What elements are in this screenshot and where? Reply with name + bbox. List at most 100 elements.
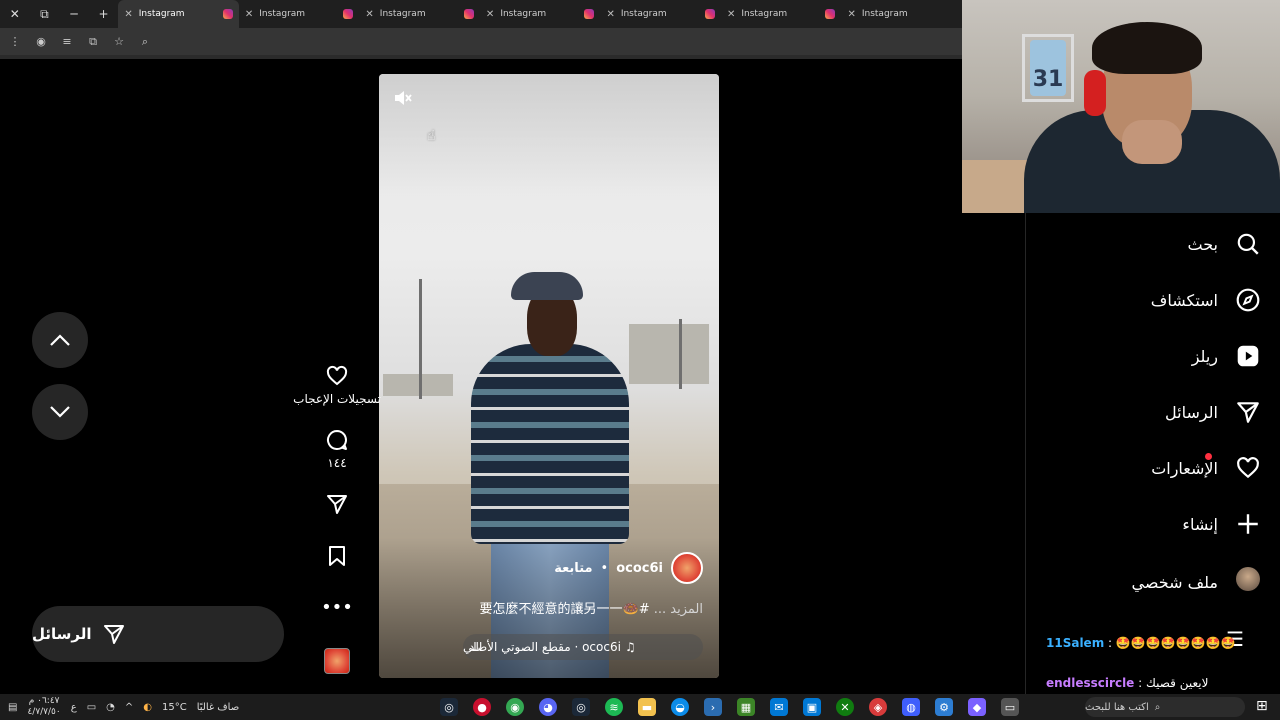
- task-view-icon[interactable]: ▭: [1001, 698, 1019, 716]
- steam-icon[interactable]: ◎: [572, 698, 590, 716]
- browser-tab[interactable]: ✕ Instagram: [118, 0, 239, 28]
- audio-track-pill[interactable]: ♫ ococ6i · مقطع الصوتي الأصلي: [463, 634, 703, 660]
- volume-icon[interactable]: ◔: [106, 702, 115, 713]
- tab-title: Instagram: [259, 9, 306, 19]
- tab-title: Instagram: [741, 9, 788, 19]
- browser-tab[interactable]: ✕ Instagram: [480, 0, 601, 28]
- reel-video[interactable]: ococ6i • متابعة المزيد ... #🍩要怎麼不經意的讓另一一…: [379, 74, 719, 678]
- close-tab-icon[interactable]: ✕: [365, 9, 373, 20]
- zoom-icon[interactable]: ⌕: [138, 35, 152, 49]
- language-indicator[interactable]: ع: [71, 702, 77, 713]
- caption-more-link[interactable]: المزيد ...: [654, 602, 703, 617]
- copilot-icon[interactable]: ◆: [968, 698, 986, 716]
- chrome-icon[interactable]: ◉: [506, 698, 524, 716]
- notifications-icon[interactable]: ▤: [8, 702, 17, 713]
- minimize-window-icon[interactable]: ─: [59, 0, 89, 28]
- browser-toolbar: ⋮ ◉ ≡ ⧉ ☆ ⌕: [0, 28, 962, 55]
- audio-thumbnail[interactable]: [324, 648, 350, 674]
- bookmark-icon[interactable]: [325, 544, 349, 568]
- close-tab-icon[interactable]: ✕: [606, 9, 614, 20]
- mute-button[interactable]: [391, 86, 415, 110]
- close-tab-icon[interactable]: ✕: [486, 9, 494, 20]
- minecraft-icon[interactable]: ▦: [737, 698, 755, 716]
- more-options-action[interactable]: •••: [300, 596, 374, 620]
- comment-action[interactable]: ١٤٤: [300, 428, 374, 470]
- close-tab-icon[interactable]: ✕: [727, 9, 735, 20]
- taskbar-clock[interactable]: ٠٦:٤٧ م ٤/٧/٧/٥٠: [27, 696, 60, 718]
- send-icon[interactable]: [325, 492, 349, 516]
- windows-start-icon[interactable]: ⊞: [1256, 698, 1274, 716]
- share-action[interactable]: [300, 492, 374, 516]
- nav-search[interactable]: بحث: [1188, 231, 1263, 257]
- nav-profile[interactable]: ملف شخصي: [1132, 567, 1262, 597]
- instagram-icon: [825, 9, 836, 19]
- browser-tab-bar: ✕ ⧉ ─ + ✕ Instagram ✕ Instagram ✕ Instag…: [0, 0, 962, 28]
- taskbar-search[interactable]: ⌕ اكتب هنا للبحث: [1085, 697, 1245, 717]
- profile-icon[interactable]: ◉: [34, 35, 48, 48]
- browser-tab[interactable]: ✕ Instagram: [721, 0, 842, 28]
- like-action[interactable]: تسجيلات الإعجاب: [293, 364, 381, 406]
- app-icon[interactable]: ◈: [869, 698, 887, 716]
- reel-caption[interactable]: المزيد ... #🍩要怎麼不經意的讓另一一: [480, 598, 703, 617]
- discord-icon[interactable]: ◕: [539, 698, 557, 716]
- messages-button[interactable]: الرسائل: [32, 606, 284, 662]
- instagram-icon: [584, 9, 595, 19]
- chat-text: : لايعين قصيك: [1138, 676, 1209, 690]
- reading-list-icon[interactable]: ≡: [60, 35, 74, 48]
- next-reel-button[interactable]: [32, 384, 88, 440]
- mail-icon[interactable]: ✉: [770, 698, 788, 716]
- menu-dots-icon[interactable]: ⋮: [8, 35, 22, 48]
- browser-tab[interactable]: ✕ Instagram: [841, 0, 962, 28]
- headset: [1084, 70, 1106, 116]
- weather-text[interactable]: صاف غالبًا: [197, 702, 239, 713]
- browser-tab[interactable]: ✕ Instagram: [600, 0, 721, 28]
- file-explorer-icon[interactable]: ▬: [638, 698, 656, 716]
- nav-explore[interactable]: استكشاف: [1151, 287, 1262, 313]
- weather-temp[interactable]: 15°C: [162, 702, 187, 713]
- system-tray: ▤ ٠٦:٤٧ م ٤/٧/٧/٥٠ ع ▭ ◔ ^ ◐ 15°C صاف غا…: [8, 694, 239, 720]
- tab-title: Instagram: [861, 9, 908, 19]
- browser-tab[interactable]: ✕ Instagram: [239, 0, 360, 28]
- send-icon: [103, 625, 124, 644]
- nav-create[interactable]: إنشاء: [1182, 511, 1262, 537]
- browser-tab[interactable]: ✕ Instagram: [359, 0, 480, 28]
- follow-button[interactable]: متابعة: [554, 561, 592, 576]
- likes-label: تسجيلات الإعجاب: [293, 392, 381, 406]
- author-username[interactable]: ococ6i: [616, 561, 663, 576]
- author-avatar[interactable]: [671, 552, 703, 584]
- comment-icon[interactable]: [325, 428, 349, 452]
- bookmark-star-icon[interactable]: ☆: [112, 35, 126, 48]
- close-tab-icon[interactable]: ✕: [847, 9, 855, 20]
- edge-icon[interactable]: ◒: [671, 698, 689, 716]
- previous-reel-button[interactable]: [32, 312, 88, 368]
- chevron-up-icon: [50, 334, 70, 346]
- restore-window-icon[interactable]: ⧉: [30, 0, 60, 28]
- save-action[interactable]: [300, 544, 374, 568]
- app-icon[interactable]: ◍: [902, 698, 920, 716]
- nav-label: بحث: [1187, 234, 1219, 254]
- close-tab-icon[interactable]: ✕: [124, 9, 132, 20]
- close-tab-icon[interactable]: ✕: [245, 9, 253, 20]
- search-icon: ⌕: [1154, 701, 1161, 713]
- nav-messages[interactable]: الرسائل: [1165, 399, 1262, 425]
- settings-icon[interactable]: ⚙: [935, 698, 953, 716]
- tray-chevron-icon[interactable]: ^: [125, 702, 133, 713]
- vscode-icon[interactable]: ›: [704, 698, 722, 716]
- steam-icon[interactable]: ◎: [440, 698, 458, 716]
- reels-icon: [1237, 345, 1259, 367]
- new-tab-button[interactable]: +: [89, 0, 119, 28]
- close-window-icon[interactable]: ✕: [0, 0, 30, 28]
- more-dots-icon[interactable]: •••: [321, 596, 353, 620]
- heart-icon[interactable]: [325, 364, 349, 388]
- street-pole: [679, 319, 682, 389]
- store-icon[interactable]: ▣: [803, 698, 821, 716]
- nav-label: الرسائل: [1165, 402, 1218, 422]
- xbox-icon[interactable]: ✕: [836, 698, 854, 716]
- network-icon[interactable]: ▭: [87, 702, 96, 713]
- nav-notifications[interactable]: الإشعارات: [1151, 453, 1262, 481]
- extensions-icon[interactable]: ⧉: [86, 35, 100, 49]
- app-icon[interactable]: ●: [473, 698, 491, 716]
- spotify-icon[interactable]: ≋: [605, 698, 623, 716]
- nav-reels[interactable]: ريلز: [1192, 343, 1262, 369]
- webcam-overlay: 31: [962, 0, 1280, 213]
